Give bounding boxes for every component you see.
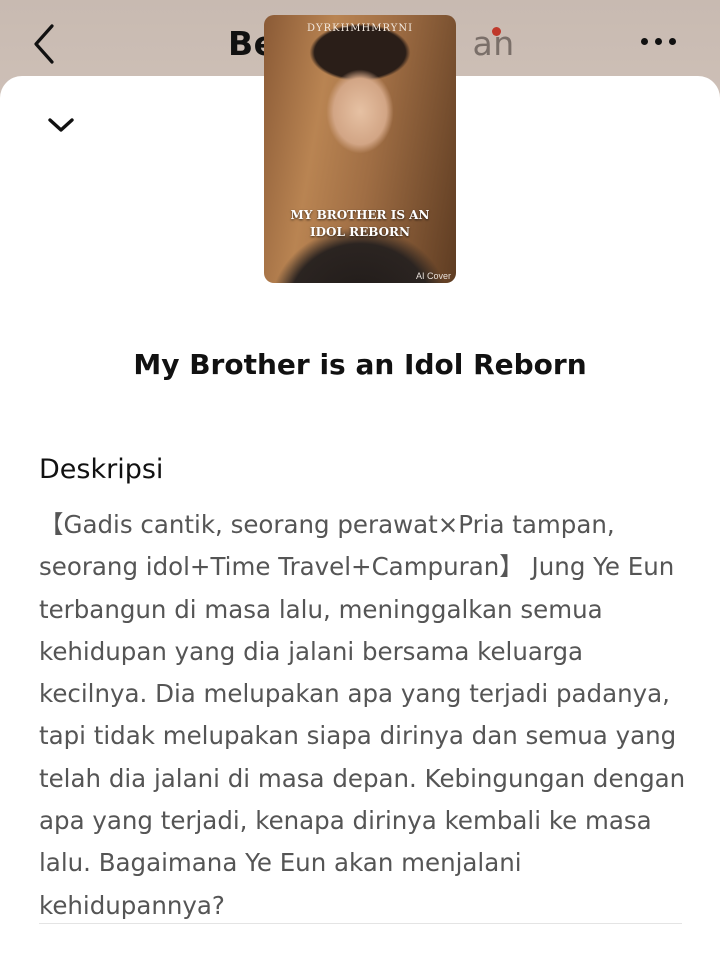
book-cover[interactable]: DYRKHMHMRYNI My Brother is an Idol Rebor… [264, 15, 456, 283]
description-heading: Deskripsi [39, 454, 164, 485]
notification-dot [492, 27, 501, 36]
more-horizontal-icon[interactable] [638, 36, 678, 48]
description-text: 【Gadis cantik, seorang perawat×Pria tamp… [39, 510, 686, 920]
chevron-left-icon[interactable] [30, 22, 60, 66]
cover-title: My Brother is an Idol Reborn [290, 208, 430, 239]
cover-author: DYRKHMHMRYNI [306, 23, 414, 34]
book-title: My Brother is an Idol Reborn [133, 348, 587, 381]
divider [39, 923, 682, 924]
ai-cover-badge: AI Cover [415, 271, 451, 281]
chevron-down-icon[interactable] [46, 114, 76, 136]
